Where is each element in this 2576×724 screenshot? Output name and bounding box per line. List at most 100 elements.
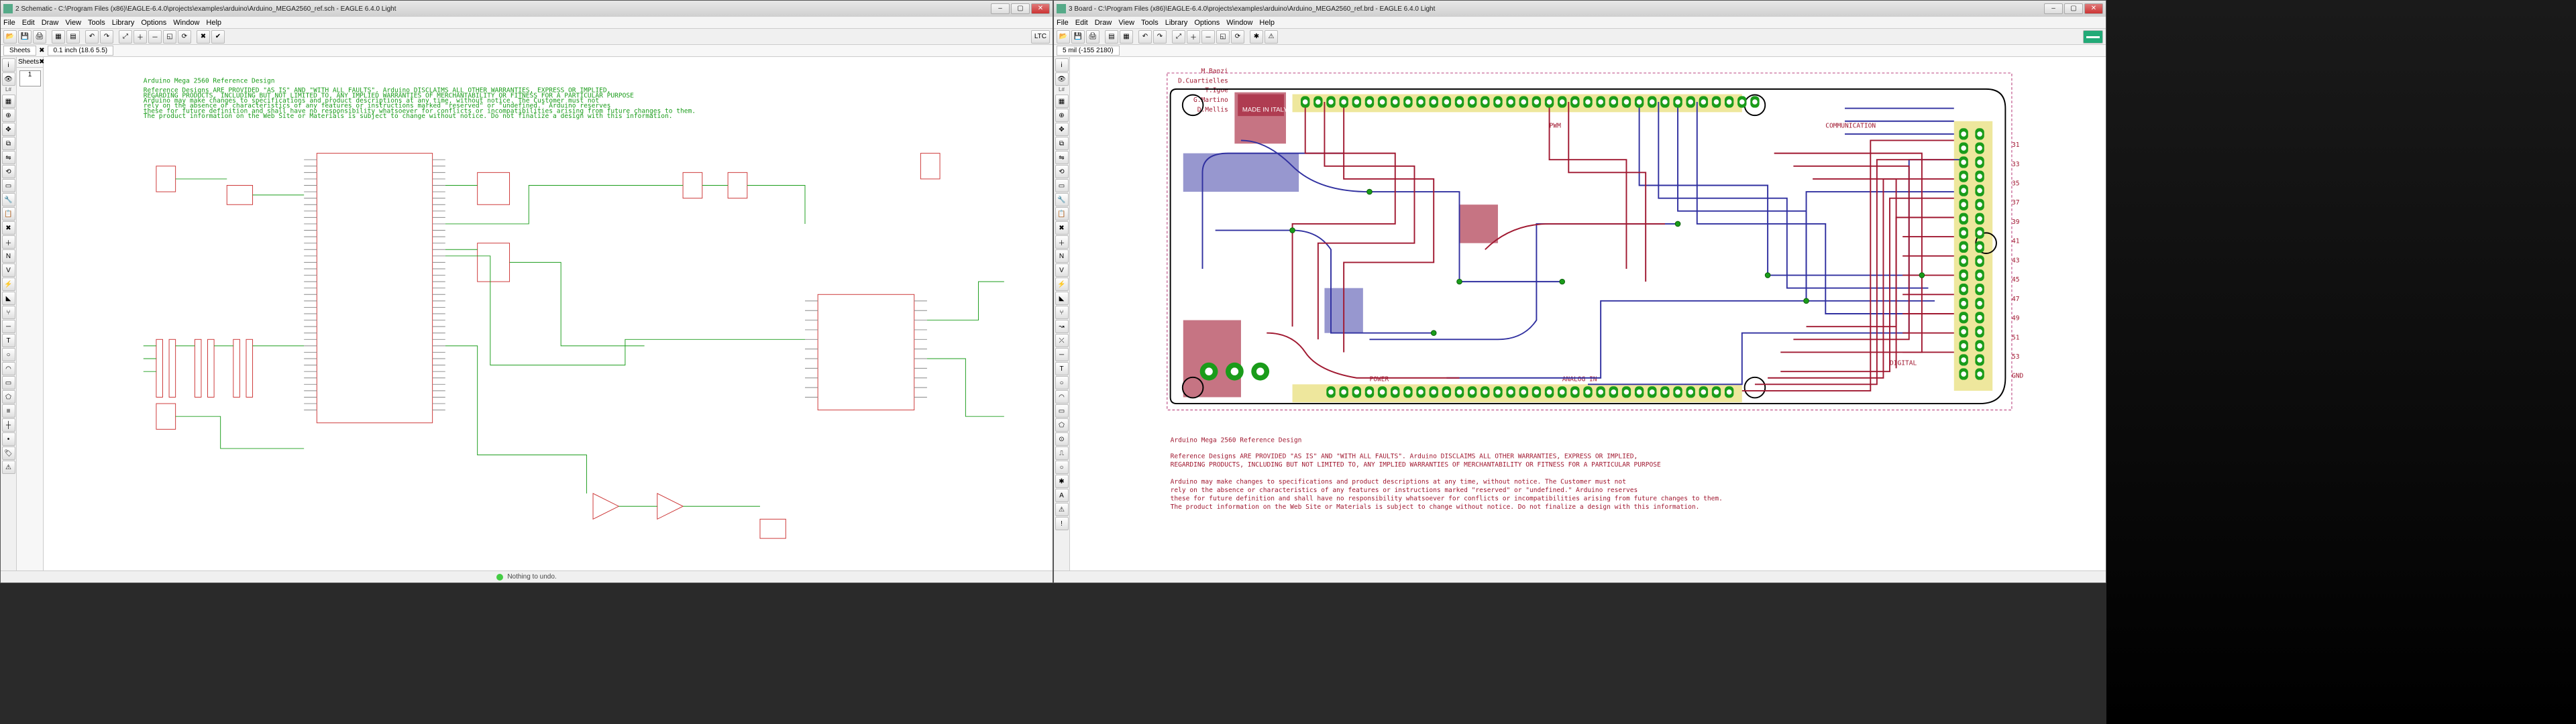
drc-icon[interactable]: ⚠ xyxy=(1265,30,1278,44)
value-tool-icon[interactable]: V xyxy=(2,263,15,277)
menu-draw[interactable]: Draw xyxy=(1095,19,1112,27)
menu-options[interactable]: Options xyxy=(1194,19,1220,27)
group-tool-icon[interactable]: ▭ xyxy=(1055,179,1069,192)
auto-tool-icon[interactable]: A xyxy=(1055,489,1069,502)
minimize-button[interactable]: – xyxy=(991,3,1010,14)
stop-icon[interactable]: ✖ xyxy=(197,30,210,44)
menu-library[interactable]: Library xyxy=(112,19,135,27)
rect-tool-icon[interactable]: ▭ xyxy=(2,376,15,389)
rotate-tool-icon[interactable]: ⟲ xyxy=(2,165,15,178)
board-canvas[interactable]: M.Banzi D.Cuartielles T.Igoe G.Martino D… xyxy=(1070,57,2106,570)
mirror-tool-icon[interactable]: ⇋ xyxy=(2,151,15,164)
split-tool-icon[interactable]: ⑂ xyxy=(2,306,15,319)
layers-icon[interactable]: ▬▬ xyxy=(2083,30,2103,44)
name-tool-icon[interactable]: N xyxy=(2,249,15,263)
mark-tool-icon[interactable]: ⊕ xyxy=(1055,109,1069,122)
circle-tool-icon[interactable]: ○ xyxy=(1055,376,1069,389)
info-tool-icon[interactable]: i xyxy=(2,58,15,72)
board-icon[interactable]: ▦ xyxy=(1120,30,1133,44)
menu-tools[interactable]: Tools xyxy=(1141,19,1159,27)
paste-tool-icon[interactable]: 📋 xyxy=(1055,207,1069,221)
add-tool-icon[interactable]: ＋ xyxy=(2,235,15,249)
delete-tool-icon[interactable]: ✖ xyxy=(1055,221,1069,235)
display-tool-icon[interactable]: ▦ xyxy=(2,95,15,108)
menu-help[interactable]: Help xyxy=(1259,19,1275,27)
copy-tool-icon[interactable]: ⧉ xyxy=(2,137,15,150)
open-icon[interactable]: 📂 xyxy=(1057,30,1070,44)
menu-file[interactable]: File xyxy=(1057,19,1069,27)
print-icon[interactable]: 🖨 xyxy=(33,30,46,44)
arc-tool-icon[interactable]: ◠ xyxy=(1055,390,1069,404)
tab-close-icon[interactable]: ✖ xyxy=(39,47,44,54)
menu-draw[interactable]: Draw xyxy=(42,19,59,27)
menu-view[interactable]: View xyxy=(65,19,81,27)
circle-tool-icon[interactable]: ○ xyxy=(2,348,15,361)
zoom-select-icon[interactable]: ◱ xyxy=(163,30,176,44)
info-tool-icon[interactable]: i xyxy=(1055,58,1069,72)
move-tool-icon[interactable]: ✥ xyxy=(1055,123,1069,136)
bus-tool-icon[interactable]: ≡ xyxy=(2,404,15,418)
junction-tool-icon[interactable]: • xyxy=(2,432,15,446)
copy-tool-icon[interactable]: ⧉ xyxy=(1055,137,1069,150)
menu-file[interactable]: File xyxy=(3,19,15,27)
show-tool-icon[interactable]: 👁 xyxy=(2,72,15,86)
sheets-tab[interactable]: Sheets xyxy=(3,46,36,56)
zoom-out-icon[interactable]: － xyxy=(1201,30,1215,44)
save-icon[interactable]: 💾 xyxy=(1071,30,1085,44)
net-tool-icon[interactable]: ┼ xyxy=(2,418,15,432)
zoom-fit-icon[interactable]: ⤢ xyxy=(1172,30,1185,44)
name-tool-icon[interactable]: N xyxy=(1055,249,1069,263)
coord-readout[interactable]: 0.1 inch (18.6 5.5) xyxy=(48,46,114,56)
ratsnest-tool-icon[interactable]: ✱ xyxy=(1055,475,1069,488)
go-icon[interactable]: ✔ xyxy=(211,30,225,44)
text-tool-icon[interactable]: T xyxy=(1055,362,1069,375)
display-tool-icon[interactable]: ▦ xyxy=(1055,95,1069,108)
menu-library[interactable]: Library xyxy=(1165,19,1188,27)
miter-tool-icon[interactable]: ◣ xyxy=(2,292,15,305)
value-tool-icon[interactable]: V xyxy=(1055,263,1069,277)
change-tool-icon[interactable]: 🔧 xyxy=(1055,193,1069,206)
undo-icon[interactable]: ↶ xyxy=(1138,30,1152,44)
redraw-icon[interactable]: ⟳ xyxy=(1231,30,1244,44)
coord-readout[interactable]: 5 mil (-155 2180) xyxy=(1057,46,1120,56)
smash-tool-icon[interactable]: ⚡ xyxy=(1055,278,1069,291)
signal-tool-icon[interactable]: ⎍ xyxy=(1055,446,1069,460)
move-tool-icon[interactable]: ✥ xyxy=(2,123,15,136)
redraw-icon[interactable]: ⟳ xyxy=(178,30,191,44)
minimize-button[interactable]: – xyxy=(2044,3,2063,14)
menu-window[interactable]: Window xyxy=(1226,19,1252,27)
undo-icon[interactable]: ↶ xyxy=(85,30,99,44)
add-tool-icon[interactable]: ＋ xyxy=(1055,235,1069,249)
rect-tool-icon[interactable]: ▭ xyxy=(1055,404,1069,418)
menu-view[interactable]: View xyxy=(1118,19,1134,27)
board-switch-icon[interactable]: ▦ xyxy=(52,30,65,44)
menu-edit[interactable]: Edit xyxy=(22,19,35,27)
zoom-in-icon[interactable]: ＋ xyxy=(1187,30,1200,44)
rotate-tool-icon[interactable]: ⟲ xyxy=(1055,165,1069,178)
zoom-fit-icon[interactable]: ⤢ xyxy=(119,30,132,44)
paste-tool-icon[interactable]: 📋 xyxy=(2,207,15,221)
wire-tool-icon[interactable]: ─ xyxy=(2,320,15,333)
text-tool-icon[interactable]: T xyxy=(2,334,15,347)
board-titlebar[interactable]: 3 Board - C:\Program Files (x86)\EAGLE-6… xyxy=(1054,1,2106,17)
mirror-tool-icon[interactable]: ⇋ xyxy=(1055,151,1069,164)
errors-tool-icon[interactable]: ! xyxy=(1055,517,1069,530)
menu-window[interactable]: Window xyxy=(173,19,199,27)
zoom-select-icon[interactable]: ◱ xyxy=(1216,30,1230,44)
mark-tool-icon[interactable]: ⊕ xyxy=(2,109,15,122)
close-button[interactable]: ✕ xyxy=(1031,3,1050,14)
menu-options[interactable]: Options xyxy=(141,19,166,27)
ripup-tool-icon[interactable]: ⤫ xyxy=(1055,334,1069,347)
zoom-in-icon[interactable]: ＋ xyxy=(133,30,147,44)
save-icon[interactable]: 💾 xyxy=(18,30,32,44)
sheet-icon[interactable]: ▤ xyxy=(66,30,80,44)
maximize-button[interactable]: ▢ xyxy=(2064,3,2083,14)
open-icon[interactable]: 📂 xyxy=(3,30,17,44)
print-icon[interactable]: 🖨 xyxy=(1086,30,1099,44)
menu-tools[interactable]: Tools xyxy=(88,19,105,27)
schematic-titlebar[interactable]: 2 Schematic - C:\Program Files (x86)\EAG… xyxy=(1,1,1053,17)
wire-tool-icon[interactable]: ─ xyxy=(1055,348,1069,361)
via-tool-icon[interactable]: ⊙ xyxy=(1055,432,1069,446)
schematic-canvas[interactable]: Arduino Mega 2560 Reference Design Refer… xyxy=(44,57,1053,570)
ltc-icon[interactable]: LTC xyxy=(1031,30,1050,44)
